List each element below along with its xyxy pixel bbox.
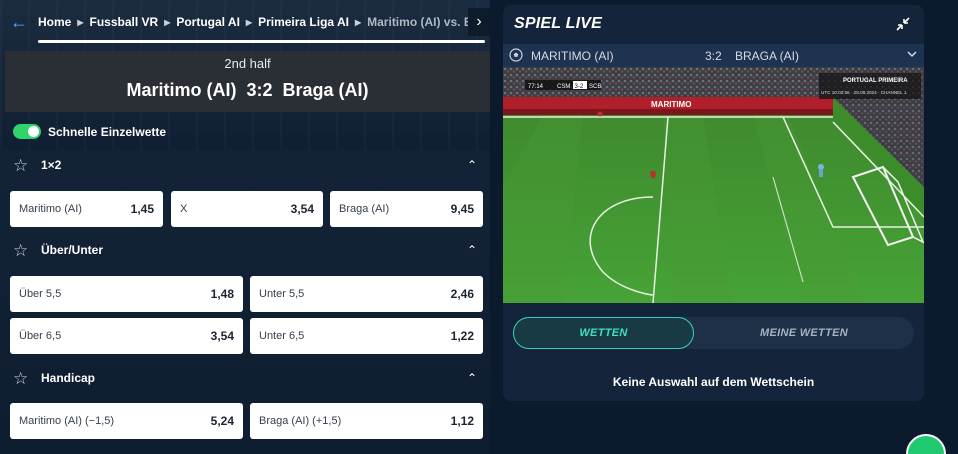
scoreboard: 2nd half Maritimo (AI) 3:2 Braga (AI) [5, 51, 490, 112]
live-home-team: MARITIMO (AI) [531, 48, 614, 63]
favorite-star-icon[interactable]: ☆ [13, 157, 28, 174]
scroll-right-icon[interactable]: › [468, 8, 490, 36]
odd-value: 2,46 [450, 287, 474, 301]
breadcrumb-underline [38, 40, 485, 43]
breadcrumb-separator-icon: ▶ [245, 17, 253, 27]
odd-value: 3,54 [210, 329, 234, 343]
odd-button-over-5-5[interactable]: Über 5,5 1,48 [10, 276, 243, 312]
live-title: SPIEL LIVE [514, 15, 602, 32]
odd-label: Über 5,5 [19, 288, 62, 300]
odd-label: Über 6,5 [19, 330, 62, 342]
match-phase: 2nd half [224, 56, 271, 71]
video-score: 3-2 [575, 84, 584, 90]
breadcrumb-separator-icon: ▶ [354, 17, 362, 27]
breadcrumb-country[interactable]: Portugal AI [176, 15, 240, 29]
odd-label: X [180, 203, 188, 215]
market-title: Handicap [41, 371, 96, 385]
odd-button-handicap-home[interactable]: Maritimo (AI) (−1,5) 5,24 [10, 403, 243, 439]
odd-label: Braga (AI) (+1,5) [259, 415, 342, 427]
odd-value: 1,45 [130, 202, 154, 216]
chat-icon[interactable] [906, 434, 946, 454]
quick-bet-label: Schnelle Einzelwette [48, 124, 167, 139]
quick-bet-toggle[interactable] [13, 124, 41, 139]
favorite-star-icon[interactable]: ☆ [13, 242, 28, 259]
odd-label: Unter 6,5 [259, 330, 305, 342]
chevron-up-icon[interactable]: ⌃ [467, 158, 477, 172]
breadcrumb-home[interactable]: Home [38, 15, 71, 29]
odd-value: 9,45 [450, 202, 474, 216]
collapse-icon[interactable] [892, 13, 914, 35]
odd-button-under-6-5[interactable]: Unter 6,5 1,22 [250, 318, 483, 354]
live-score: 3:2 [705, 48, 722, 63]
odd-button-over-6-5[interactable]: Über 6,5 3,54 [10, 318, 243, 354]
video-clock: 77:14 [528, 84, 544, 90]
score-line: Maritimo (AI) 3:2 Braga (AI) [126, 80, 369, 100]
breadcrumb: ← Home ▶ Fussball VR ▶ Portugal AI ▶ Pri… [0, 0, 490, 44]
chevron-up-icon[interactable]: ⌃ [467, 243, 477, 257]
odd-value: 3,54 [290, 202, 314, 216]
odd-button-under-5-5[interactable]: Unter 5,5 2,46 [250, 276, 483, 312]
odd-label: Unter 5,5 [259, 288, 305, 300]
market-header-handicap[interactable]: ☆ Handicap ⌃ [0, 364, 490, 392]
live-away-team: BRAGA (AI) [735, 48, 800, 63]
breadcrumb-event: Maritimo (AI) vs. Br [367, 15, 468, 29]
market-title: Über/Unter [41, 243, 104, 257]
tab-meine-wetten[interactable]: MEINE WETTEN [694, 317, 914, 349]
odd-button-away[interactable]: Braga (AI) 9,45 [330, 191, 483, 227]
odd-value: 1,12 [450, 414, 474, 428]
odd-label: Maritimo (AI) [19, 203, 82, 215]
breadcrumb-separator-icon: ▶ [164, 17, 171, 27]
odd-label: Braga (AI) [339, 203, 390, 215]
favorite-star-icon[interactable]: ☆ [13, 370, 28, 387]
chevron-up-icon[interactable]: ⌃ [467, 371, 477, 385]
chevron-down-icon[interactable] [906, 48, 918, 63]
breadcrumb-league[interactable]: Primeira Liga AI [258, 15, 349, 29]
toggle-knob [28, 126, 39, 137]
market-header-1x2[interactable]: ☆ 1×2 ⌃ [0, 151, 490, 179]
video-league-name: PORTUGAL PRIMEIRA [843, 78, 908, 84]
quick-bet-toggle-row[interactable]: Schnelle Einzelwette [13, 124, 166, 139]
live-panel: SPIEL LIVE MARITIMO (AI) 3:2 BRAGA (AI) [503, 5, 924, 401]
odd-button-handicap-away[interactable]: Braga (AI) (+1,5) 1,12 [250, 403, 483, 439]
video-home-abbr: CSM [557, 84, 570, 90]
video-info-line: UTC 10:03:56 · 28.08.2024 · CHANNEL 1 [821, 90, 907, 95]
live-video-stream[interactable]: 77:14 CSM 3-2 SCB MARITIMO PORTUGAL PRIM… [503, 67, 924, 303]
live-match-selector[interactable]: MARITIMO (AI) 3:2 BRAGA (AI) [503, 44, 924, 67]
breadcrumb-sport[interactable]: Fussball VR [90, 15, 159, 29]
odd-value: 5,24 [210, 414, 234, 428]
odd-button-draw[interactable]: X 3,54 [171, 191, 323, 227]
back-arrow-icon[interactable]: ← [0, 0, 38, 44]
odd-label: Maritimo (AI) (−1,5) [19, 415, 115, 427]
breadcrumb-separator-icon: ▶ [77, 17, 84, 27]
betslip-tabs: WETTEN MEINE WETTEN [513, 317, 914, 349]
market-title: 1×2 [41, 158, 62, 172]
video-banner: MARITIMO [651, 100, 691, 109]
football-icon [509, 48, 523, 65]
market-header-overunder[interactable]: ☆ Über/Unter ⌃ [0, 236, 490, 264]
odd-value: 1,48 [210, 287, 234, 301]
odd-button-home[interactable]: Maritimo (AI) 1,45 [10, 191, 163, 227]
betslip-empty-message: Keine Auswahl auf dem Wettschein [612, 375, 815, 389]
odd-value: 1,22 [450, 329, 474, 343]
tab-wetten[interactable]: WETTEN [513, 317, 694, 349]
video-away-abbr: SCB [589, 84, 601, 90]
market-panel: ← Home ▶ Fussball VR ▶ Portugal AI ▶ Pri… [0, 0, 490, 454]
